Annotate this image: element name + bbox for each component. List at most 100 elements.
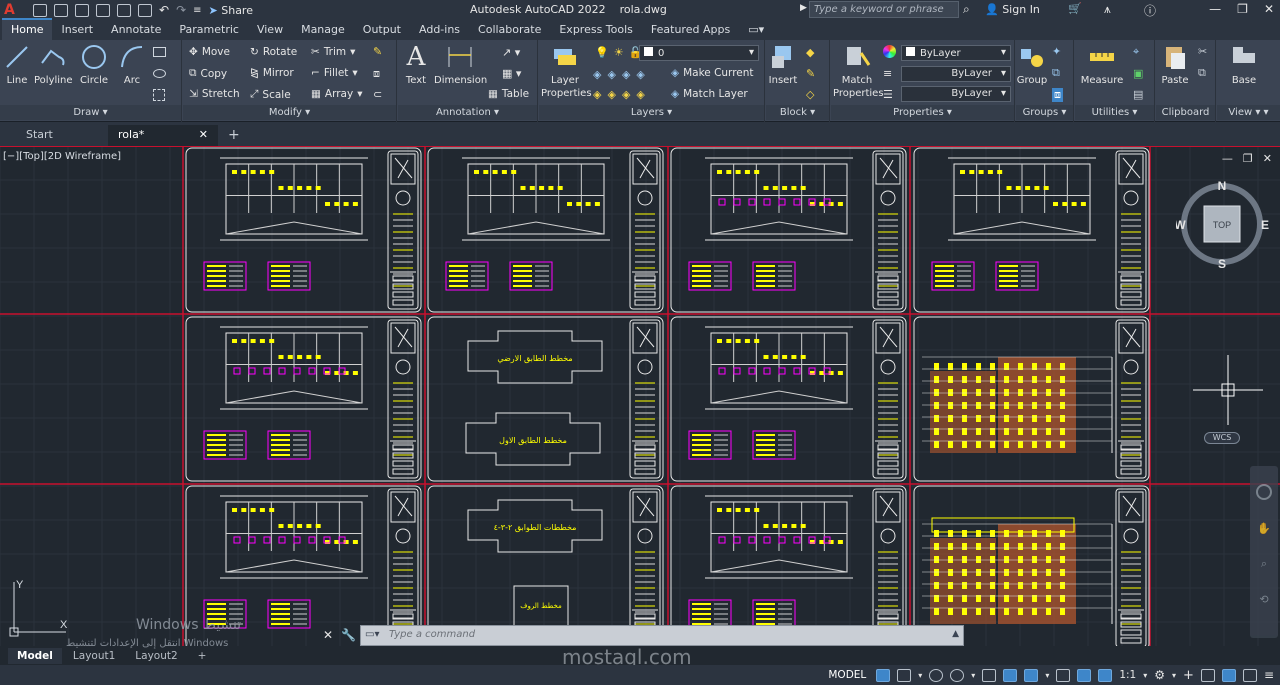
match-properties-button[interactable]: Match Properties <box>833 43 884 100</box>
object-snap-icon[interactable] <box>1024 668 1039 682</box>
tab-featured-apps[interactable]: Featured Apps <box>642 20 739 40</box>
scale-dropdown-icon[interactable]: ▾ <box>1143 671 1147 680</box>
add-layout-button[interactable]: + <box>189 648 216 664</box>
properties-panel-title[interactable]: Properties ▾ <box>831 105 1014 120</box>
mirror-button[interactable]: ⧎ Mirror <box>250 67 294 79</box>
layer-dropdown[interactable]: 0 ▾ <box>639 45 759 61</box>
text-button[interactable]: A Text <box>402 43 430 87</box>
layer-properties-button[interactable]: Layer Properties <box>541 43 592 100</box>
lightbulb-icon[interactable]: 💡 <box>595 46 609 59</box>
gear-dropdown-icon[interactable]: ▾ <box>1172 671 1176 680</box>
steering-wheel-icon[interactable] <box>1256 484 1272 500</box>
ribbon-tab-overflow-icon[interactable]: ▭▾ <box>739 20 773 40</box>
linetype-dropdown[interactable]: ByLayer ▾ <box>901 86 1011 102</box>
drawing-viewport[interactable]: مخطط الطابق الارضي مخطط الطابق الاول مخططا… <box>0 146 1280 646</box>
measure-button[interactable]: Measure <box>1077 43 1127 87</box>
fillet-button[interactable]: ⌐ Fillet ▾ <box>311 67 358 79</box>
auto-scale-icon[interactable] <box>1098 668 1113 682</box>
close-tab-icon[interactable]: ✕ <box>199 128 208 143</box>
array-button[interactable]: ▦ Array ▾ <box>311 88 362 100</box>
groups-panel-title[interactable]: Groups ▾ <box>1016 105 1073 120</box>
restore-icon[interactable]: ❐ <box>1237 2 1248 16</box>
object-snap-tracking-icon[interactable] <box>1003 668 1018 682</box>
hardware-acceleration-icon[interactable] <box>1221 668 1236 682</box>
layer-unlock-icon[interactable]: ◈ <box>636 88 644 101</box>
drawing-canvas[interactable]: مخطط الطابق الارضي مخطط الطابق الاول مخططا… <box>0 146 1280 646</box>
block-attribute-icon[interactable]: ◇ <box>806 88 815 101</box>
layer-isolate-icon[interactable]: ◈ <box>607 68 615 81</box>
tab-insert[interactable]: Insert <box>52 20 102 40</box>
tab-collaborate[interactable]: Collaborate <box>469 20 550 40</box>
plus-icon[interactable]: + <box>1183 668 1194 683</box>
layer-freeze-icon[interactable]: ◈ <box>622 68 630 81</box>
tab-parametric[interactable]: Parametric <box>170 20 248 40</box>
lineweight-toggle-icon[interactable] <box>1056 668 1071 682</box>
make-current-button[interactable]: ◈ Make Current <box>671 67 754 79</box>
ungroup-icon[interactable]: ✦ <box>1052 45 1063 58</box>
erase-icon[interactable]: ✎ <box>373 45 382 58</box>
command-input[interactable]: Type a command <box>389 629 475 640</box>
cart-icon[interactable]: 🛒 <box>1068 2 1082 15</box>
layout-tab-layout2[interactable]: Layout2 <box>126 648 186 664</box>
layer-on-icon[interactable]: ◈ <box>593 88 601 101</box>
tab-manage[interactable]: Manage <box>292 20 354 40</box>
annotation-panel-title[interactable]: Annotation ▾ <box>398 105 537 120</box>
customization-icon[interactable]: ≡ <box>1264 668 1274 682</box>
polar-tracking-icon[interactable] <box>950 668 965 682</box>
layer-thaw-icon[interactable]: ◈ <box>622 88 630 101</box>
paste-button[interactable]: Paste <box>1158 43 1192 87</box>
wcs-menu[interactable]: WCS <box>1204 432 1240 444</box>
snap-dropdown-icon[interactable]: ▾ <box>918 671 922 680</box>
new-file-icon[interactable] <box>33 3 47 17</box>
base-button[interactable]: Base <box>1225 43 1263 87</box>
tab-rola[interactable]: rola* ✕ <box>108 125 218 146</box>
redo-icon[interactable]: ↷ <box>176 3 186 17</box>
stretch-button[interactable]: ⇲ Stretch <box>189 88 240 100</box>
isometric-icon[interactable] <box>982 668 997 682</box>
save-icon[interactable] <box>75 3 89 17</box>
color-wheel-icon[interactable] <box>883 45 896 58</box>
viewport-minimize-icon[interactable]: — <box>1222 152 1233 165</box>
snap-icon[interactable] <box>897 668 912 682</box>
settings-gear-icon[interactable]: ⚙ <box>1154 668 1165 682</box>
block-panel-title[interactable]: Block ▾ <box>766 105 829 120</box>
layer-lock-icon[interactable]: ◈ <box>636 68 644 81</box>
hatch-icon[interactable] <box>153 89 165 101</box>
match-layer-button[interactable]: ◈ Match Layer <box>671 88 748 100</box>
linetype-icon[interactable]: ☰ <box>883 88 893 101</box>
explode-icon[interactable]: ⧈ <box>373 67 380 81</box>
draw-panel-title[interactable]: Draw ▾ <box>0 105 181 120</box>
circle-button[interactable]: Circle <box>78 43 110 87</box>
viewport-label[interactable]: [−][Top][2D Wireframe] <box>3 151 121 162</box>
autodesk-app-icon[interactable]: ⩚ <box>1104 2 1111 17</box>
tab-express-tools[interactable]: Express Tools <box>550 20 642 40</box>
annotation-scale[interactable]: 1:1 <box>1119 669 1136 681</box>
layer-unisolate-icon[interactable]: ◈ <box>607 88 615 101</box>
layers-panel-title[interactable]: Layers ▾ <box>539 105 764 120</box>
group-button[interactable]: Group <box>1016 43 1048 87</box>
sun-icon[interactable]: ☀ <box>614 46 624 59</box>
leader-icon[interactable]: ↗ ▾ <box>502 46 520 59</box>
quick-select-icon[interactable]: ▣ <box>1133 67 1143 80</box>
recent-commands-icon[interactable]: ▭▾ <box>365 629 379 640</box>
compass-west[interactable]: W <box>1176 218 1186 232</box>
osnap-dropdown-icon[interactable]: ▾ <box>1045 671 1049 680</box>
isolate-objects-icon[interactable] <box>1200 668 1215 682</box>
search-expand-icon[interactable]: ▶ <box>800 3 807 13</box>
model-space-button[interactable]: MODEL <box>825 669 869 681</box>
viewport-restore-icon[interactable]: ❐ <box>1243 152 1253 165</box>
polar-dropdown-icon[interactable]: ▾ <box>971 671 975 680</box>
tab-home[interactable]: Home <box>2 18 53 40</box>
layer-off-icon[interactable]: ◈ <box>593 68 601 81</box>
insert-button[interactable]: Insert <box>768 43 798 87</box>
compass-north[interactable]: N <box>1218 179 1227 193</box>
open-file-icon[interactable] <box>54 3 68 17</box>
close-icon[interactable]: ✕ <box>1264 2 1274 16</box>
minimize-icon[interactable]: — <box>1209 2 1221 16</box>
viewport-close-icon[interactable]: ✕ <box>1263 152 1272 165</box>
create-block-icon[interactable]: ◆ <box>806 46 815 59</box>
grid-icon[interactable] <box>876 668 891 682</box>
tab-add-ins[interactable]: Add-ins <box>410 20 469 40</box>
web-mobile-icon[interactable] <box>117 3 131 17</box>
offset-icon[interactable]: ⊂ <box>373 88 382 101</box>
